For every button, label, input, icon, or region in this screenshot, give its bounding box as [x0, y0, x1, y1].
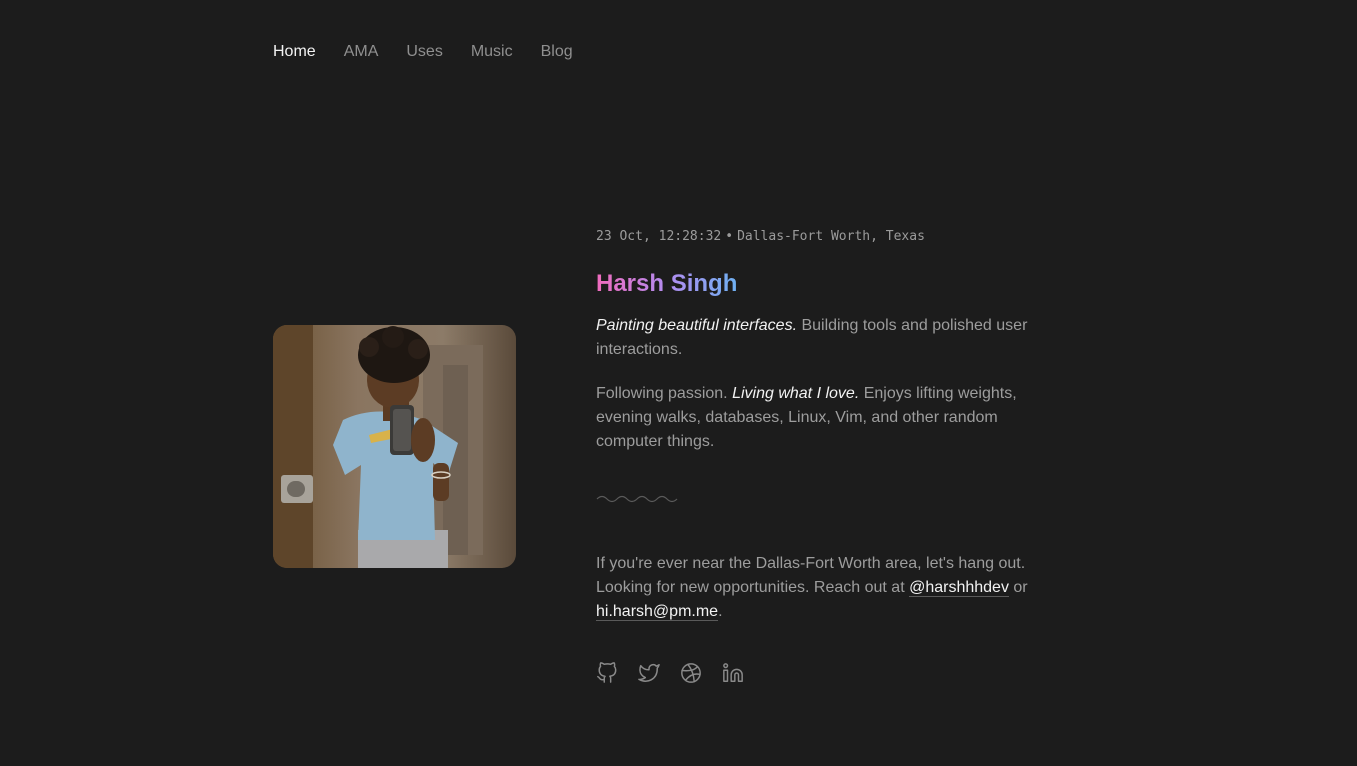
- linkedin-link[interactable]: [722, 662, 744, 684]
- top-nav: Home AMA Uses Music Blog: [273, 41, 573, 63]
- nav-item-music[interactable]: Music: [471, 41, 513, 63]
- contact-end: .: [718, 603, 723, 620]
- squiggle-icon: [596, 495, 678, 503]
- bio-emphasis-2: Living what I love.: [732, 385, 860, 402]
- datetime-location: 23 Oct, 12:28:32 • Dallas-Fort Worth, Texa…: [596, 227, 1066, 247]
- separator-dot: •: [725, 229, 734, 244]
- squiggle-divider: [596, 492, 1066, 504]
- page: Home AMA Uses Music Blog 23 Oct, 12:28:3…: [0, 0, 1357, 766]
- nav-item-home[interactable]: Home: [273, 41, 316, 63]
- social-links: [596, 662, 1066, 684]
- profile-photo: [273, 325, 516, 568]
- profile-content: 23 Oct, 12:28:32 • Dallas-Fort Worth, Texa…: [596, 226, 1066, 684]
- linkedin-icon: [723, 663, 743, 682]
- profile-photo-image: [273, 325, 516, 568]
- page-title: Harsh Singh: [596, 270, 738, 297]
- email-link[interactable]: hi.harsh@pm.me: [596, 603, 719, 621]
- contact-paragraph: If you're ever near the Dallas-Fort Wort…: [596, 552, 1066, 624]
- github-link[interactable]: [596, 662, 618, 684]
- twitter-handle-link[interactable]: @harshhhdev: [909, 579, 1009, 597]
- twitter-link[interactable]: [638, 662, 660, 684]
- nav-item-uses[interactable]: Uses: [406, 41, 442, 63]
- bio-prefix-2: Following passion.: [596, 385, 733, 402]
- nav-item-blog[interactable]: Blog: [541, 41, 573, 63]
- datetime-text: 23 Oct, 12:28:32: [596, 229, 722, 244]
- dribbble-link[interactable]: [680, 662, 702, 684]
- contact-or: or: [1008, 579, 1028, 596]
- location-text: Dallas-Fort Worth, Texas: [737, 229, 925, 244]
- nav-item-ama[interactable]: AMA: [344, 41, 379, 63]
- bio-paragraph-2: Following passion. Living what I love. E…: [596, 382, 1066, 454]
- bio-emphasis-1: Painting beautiful interfaces.: [596, 317, 798, 334]
- twitter-icon: [638, 663, 660, 682]
- bio-paragraph-1: Painting beautiful interfaces. Building …: [596, 314, 1066, 362]
- github-icon: [597, 662, 617, 683]
- dribbble-icon: [681, 663, 701, 683]
